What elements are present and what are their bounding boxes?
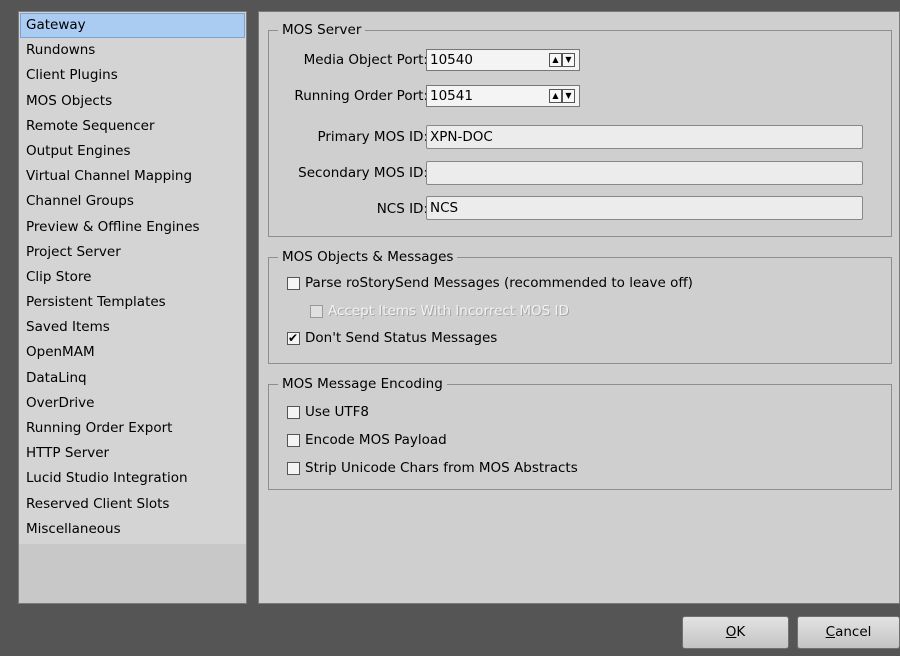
sidebar-item-saved-items[interactable]: Saved Items — [19, 315, 246, 340]
gateway-settings-panel: MOS Server Media Object Port: 10540 ▲ ▼ … — [258, 11, 900, 604]
media-object-port-spin-buttons: ▲ ▼ — [549, 53, 575, 67]
category-list-items: Gateway Rundowns Client Plugins MOS Obje… — [19, 12, 246, 544]
cancel-button[interactable]: Cancel — [797, 616, 900, 649]
settings-category-list[interactable]: Gateway Rundowns Client Plugins MOS Obje… — [18, 11, 247, 604]
accept-items-option: Accept Items With Incorrect MOS ID — [310, 303, 569, 319]
ncs-id-label: NCS ID: — [376, 201, 428, 217]
accept-items-label: Accept Items With Incorrect MOS ID — [328, 303, 569, 319]
ok-label-rest: K — [736, 624, 746, 640]
sidebar-item-datalinq[interactable]: DataLinq — [19, 366, 246, 391]
parse-rostorysend-option[interactable]: Parse roStorySend Messages (recommended … — [287, 275, 693, 291]
sidebar-item-persistent-templates[interactable]: Persistent Templates — [19, 290, 246, 315]
running-order-port-spin-buttons: ▲ ▼ — [549, 89, 575, 103]
sidebar-item-virtual-channel-mapping[interactable]: Virtual Channel Mapping — [19, 164, 246, 189]
mos-message-encoding-group: MOS Message Encoding Use UTF8 Encode MOS… — [268, 376, 892, 490]
strip-unicode-option[interactable]: Strip Unicode Chars from MOS Abstracts — [287, 460, 578, 476]
media-object-port-spinbox[interactable]: 10540 ▲ ▼ — [426, 49, 580, 71]
parse-rostorysend-checkbox[interactable] — [287, 276, 300, 290]
ncs-id-field[interactable]: NCS — [426, 196, 863, 220]
dont-send-status-checkbox[interactable]: ✔ — [287, 330, 300, 345]
mos-server-group-title: MOS Server — [278, 22, 366, 38]
sidebar-item-preview-offline-engines[interactable]: Preview & Offline Engines — [19, 215, 246, 240]
spin-down-arrow-icon[interactable]: ▼ — [562, 53, 575, 67]
spin-down-arrow-icon[interactable]: ▼ — [562, 89, 575, 103]
sidebar-item-client-plugins[interactable]: Client Plugins — [19, 63, 246, 88]
strip-unicode-label: Strip Unicode Chars from MOS Abstracts — [305, 460, 578, 476]
encode-mos-payload-option[interactable]: Encode MOS Payload — [287, 432, 447, 448]
sidebar-item-running-order-export[interactable]: Running Order Export — [19, 416, 246, 441]
ok-button[interactable]: OK — [682, 616, 789, 649]
sidebar-item-remote-sequencer[interactable]: Remote Sequencer — [19, 114, 246, 139]
dont-send-status-label: Don't Send Status Messages — [305, 330, 498, 346]
use-utf8-checkbox[interactable] — [287, 405, 300, 419]
mos-message-encoding-group-title: MOS Message Encoding — [278, 376, 447, 392]
spin-up-arrow-icon[interactable]: ▲ — [549, 53, 562, 67]
sidebar-item-openmam[interactable]: OpenMAM — [19, 340, 246, 365]
mos-objects-messages-group: MOS Objects & Messages Parse roStorySend… — [268, 249, 892, 364]
spin-up-arrow-icon[interactable]: ▲ — [549, 89, 562, 103]
sidebar-item-gateway[interactable]: Gateway — [20, 13, 245, 39]
checkmark-icon: ✔ — [288, 330, 299, 345]
dialog-footer: OK Cancel — [0, 605, 900, 656]
encode-mos-payload-label: Encode MOS Payload — [305, 432, 447, 448]
mos-server-group: MOS Server Media Object Port: 10540 ▲ ▼ … — [268, 22, 892, 237]
sidebar-item-clip-store[interactable]: Clip Store — [19, 265, 246, 290]
sidebar-item-channel-groups[interactable]: Channel Groups — [19, 189, 246, 214]
ok-mnemonic: O — [725, 624, 737, 640]
cancel-mnemonic: C — [825, 624, 836, 640]
sidebar-item-output-engines[interactable]: Output Engines — [19, 139, 246, 164]
use-utf8-label: Use UTF8 — [305, 404, 369, 420]
cancel-label-rest: ancel — [835, 624, 872, 640]
dont-send-status-option[interactable]: ✔ Don't Send Status Messages — [287, 330, 497, 346]
sidebar-item-miscellaneous[interactable]: Miscellaneous — [19, 517, 246, 542]
sidebar-item-project-server[interactable]: Project Server — [19, 240, 246, 265]
media-object-port-label: Media Object Port: — [303, 52, 428, 68]
secondary-mos-id-field[interactable] — [426, 161, 863, 185]
sidebar-item-reserved-client-slots[interactable]: Reserved Client Slots — [19, 492, 246, 517]
primary-mos-id-field[interactable]: XPN-DOC — [426, 125, 863, 149]
running-order-port-label: Running Order Port: — [294, 88, 428, 104]
use-utf8-option[interactable]: Use UTF8 — [287, 404, 369, 420]
running-order-port-value: 10541 — [430, 88, 473, 104]
sidebar-item-overdrive[interactable]: OverDrive — [19, 391, 246, 416]
sidebar-item-lucid-studio-integration[interactable]: Lucid Studio Integration — [19, 466, 246, 491]
mos-objects-messages-group-title: MOS Objects & Messages — [278, 249, 458, 265]
encode-mos-payload-checkbox[interactable] — [287, 433, 300, 447]
sidebar-item-mos-objects[interactable]: MOS Objects — [19, 89, 246, 114]
sidebar-item-http-server[interactable]: HTTP Server — [19, 441, 246, 466]
secondary-mos-id-label: Secondary MOS ID: — [298, 165, 428, 181]
running-order-port-spinbox[interactable]: 10541 ▲ ▼ — [426, 85, 580, 107]
primary-mos-id-label: Primary MOS ID: — [317, 129, 428, 145]
accept-items-checkbox — [310, 304, 323, 318]
strip-unicode-checkbox[interactable] — [287, 461, 300, 475]
sidebar-item-rundowns[interactable]: Rundowns — [19, 38, 246, 63]
parse-rostorysend-label: Parse roStorySend Messages (recommended … — [305, 275, 693, 291]
media-object-port-value: 10540 — [430, 52, 473, 68]
